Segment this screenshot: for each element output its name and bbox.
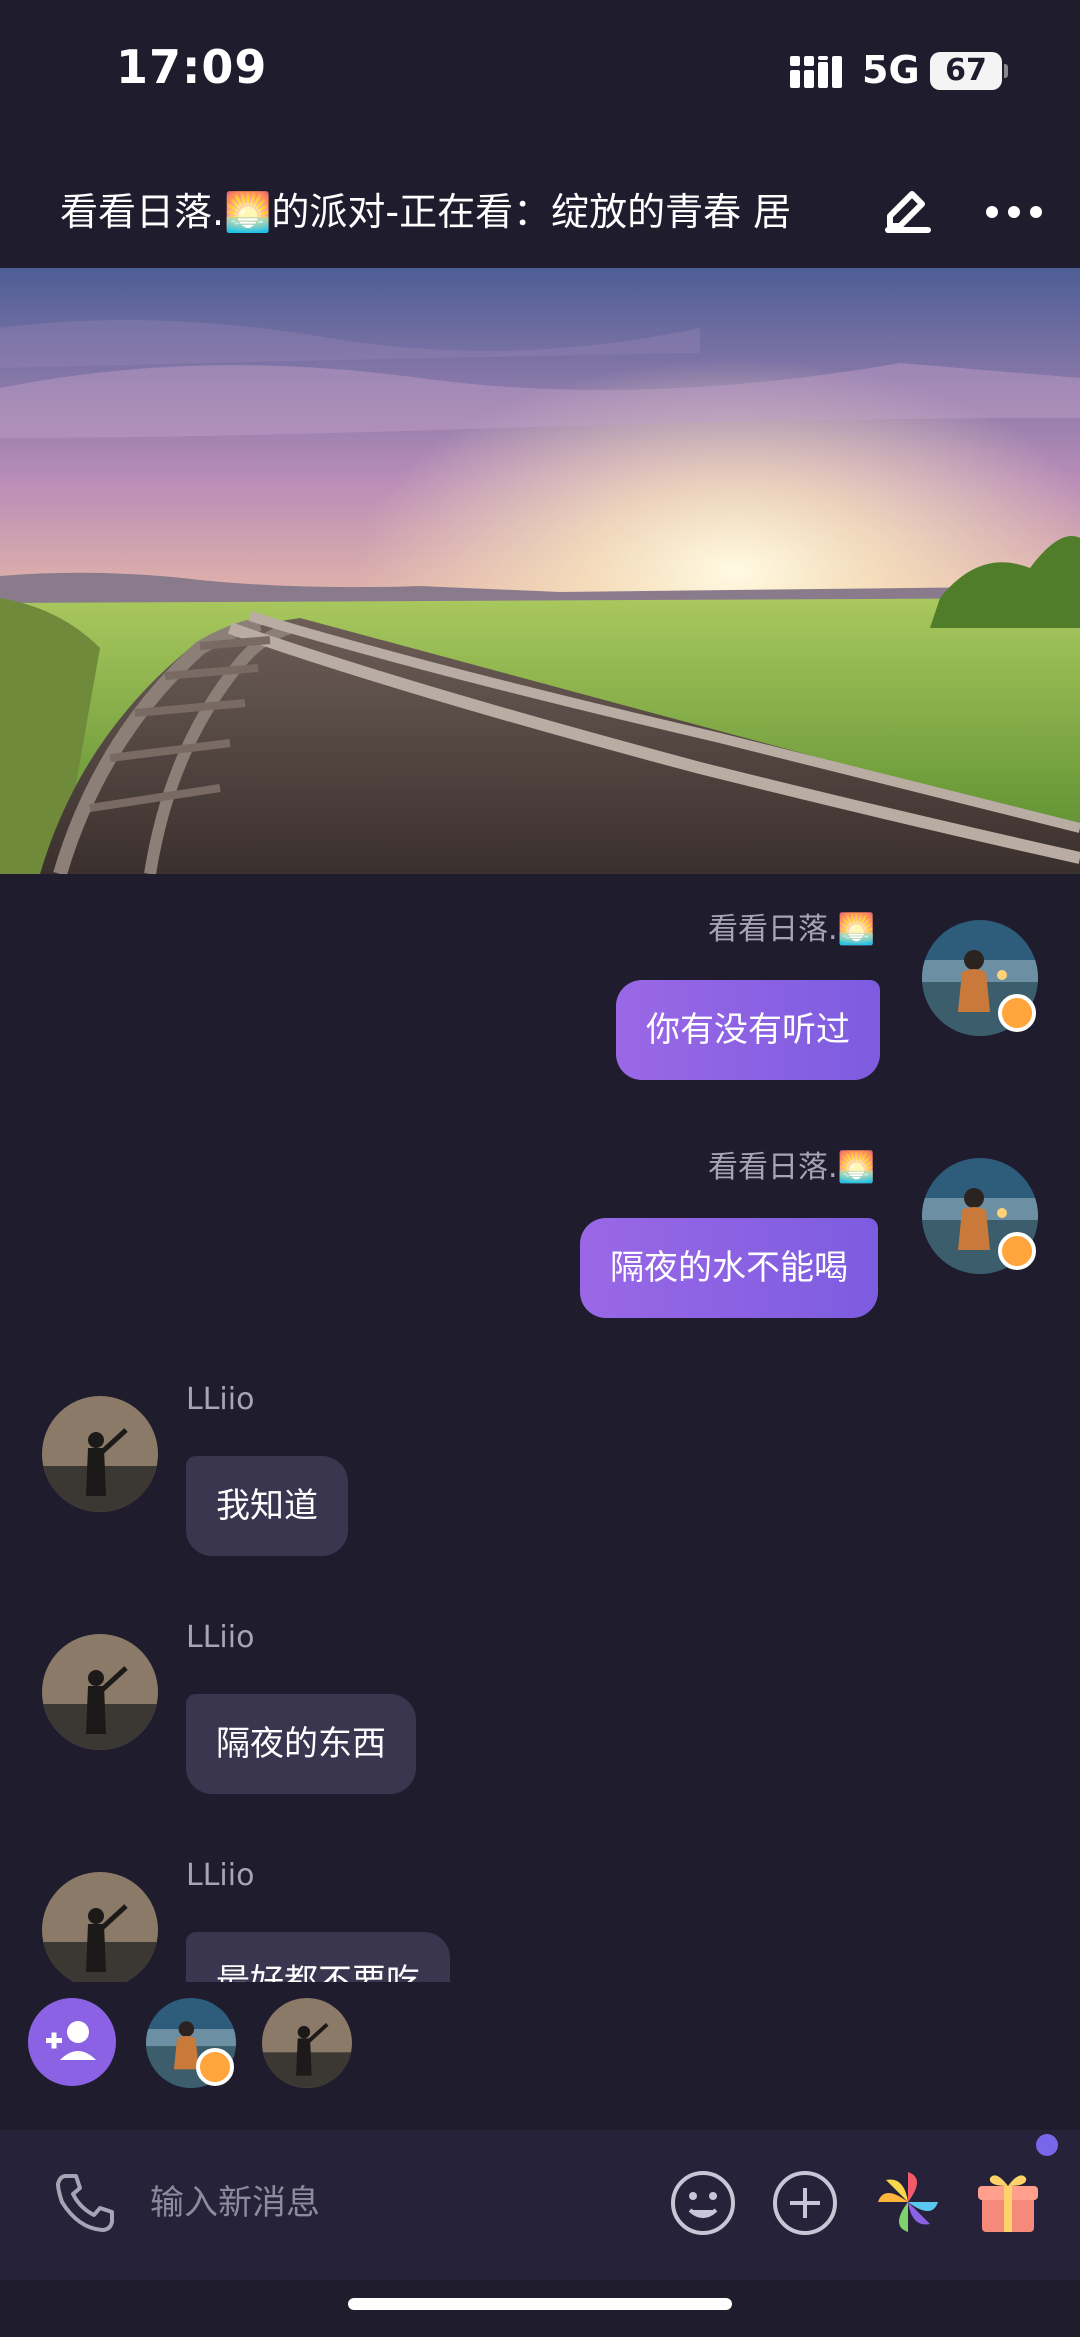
status-bar: 17:09 5G 67: [0, 0, 1080, 140]
status-time: 17:09: [116, 40, 268, 94]
message-input-bar: [0, 2130, 1080, 2280]
member-avatar-silhouette[interactable]: [262, 1998, 352, 2088]
phone-icon[interactable]: [52, 2170, 118, 2236]
signal-icon: [790, 56, 846, 92]
star-badge-icon: [998, 1232, 1036, 1270]
avatar-silhouette[interactable]: [42, 1872, 158, 1982]
sender-name: LLiio: [186, 1620, 255, 1655]
message-bubble[interactable]: 我知道: [186, 1456, 348, 1556]
sender-name: 看看日落.🌅: [708, 912, 875, 947]
sender-name: LLiio: [186, 1382, 255, 1417]
plus-icon[interactable]: [770, 2168, 840, 2238]
star-badge-icon: [196, 2048, 234, 2086]
sender-name: LLiio: [186, 1858, 255, 1893]
more-icon[interactable]: [982, 182, 1046, 242]
message-input[interactable]: [150, 2160, 650, 2246]
gift-icon[interactable]: [972, 2166, 1044, 2238]
sunset-railway-image: [0, 268, 1080, 874]
message-list[interactable]: 看看日落.🌅 你有没有听过 看看日落.🌅 隔夜的水不能喝 LLiio 我知道 L…: [0, 874, 1080, 1982]
party-header: 看看日落.🌅的派对-正在看：绽放的青春 居: [0, 160, 1080, 270]
message-bubble[interactable]: 你有没有听过: [616, 980, 880, 1080]
party-members: [0, 1990, 1080, 2110]
sender-name: 看看日落.🌅: [708, 1150, 875, 1185]
network-type: 5G: [862, 48, 920, 92]
battery-indicator: 67: [930, 52, 1008, 90]
emoji-icon[interactable]: [668, 2168, 738, 2238]
party-title[interactable]: 看看日落.🌅的派对-正在看：绽放的青春 居: [60, 182, 820, 242]
star-badge-icon: [998, 994, 1036, 1032]
message-bubble[interactable]: 隔夜的东西: [186, 1694, 416, 1794]
message-bubble[interactable]: 最好都不要吃: [186, 1932, 450, 1982]
add-member-button[interactable]: [28, 1998, 116, 2086]
message-bubble[interactable]: 隔夜的水不能喝: [580, 1218, 878, 1318]
avatar-silhouette[interactable]: [42, 1396, 158, 1512]
add-person-icon: [46, 2021, 96, 2060]
avatar-silhouette[interactable]: [42, 1634, 158, 1750]
edit-icon[interactable]: [878, 182, 938, 242]
notification-dot: [1036, 2134, 1058, 2156]
home-indicator: [348, 2298, 732, 2310]
pinwheel-icon[interactable]: [872, 2166, 944, 2238]
